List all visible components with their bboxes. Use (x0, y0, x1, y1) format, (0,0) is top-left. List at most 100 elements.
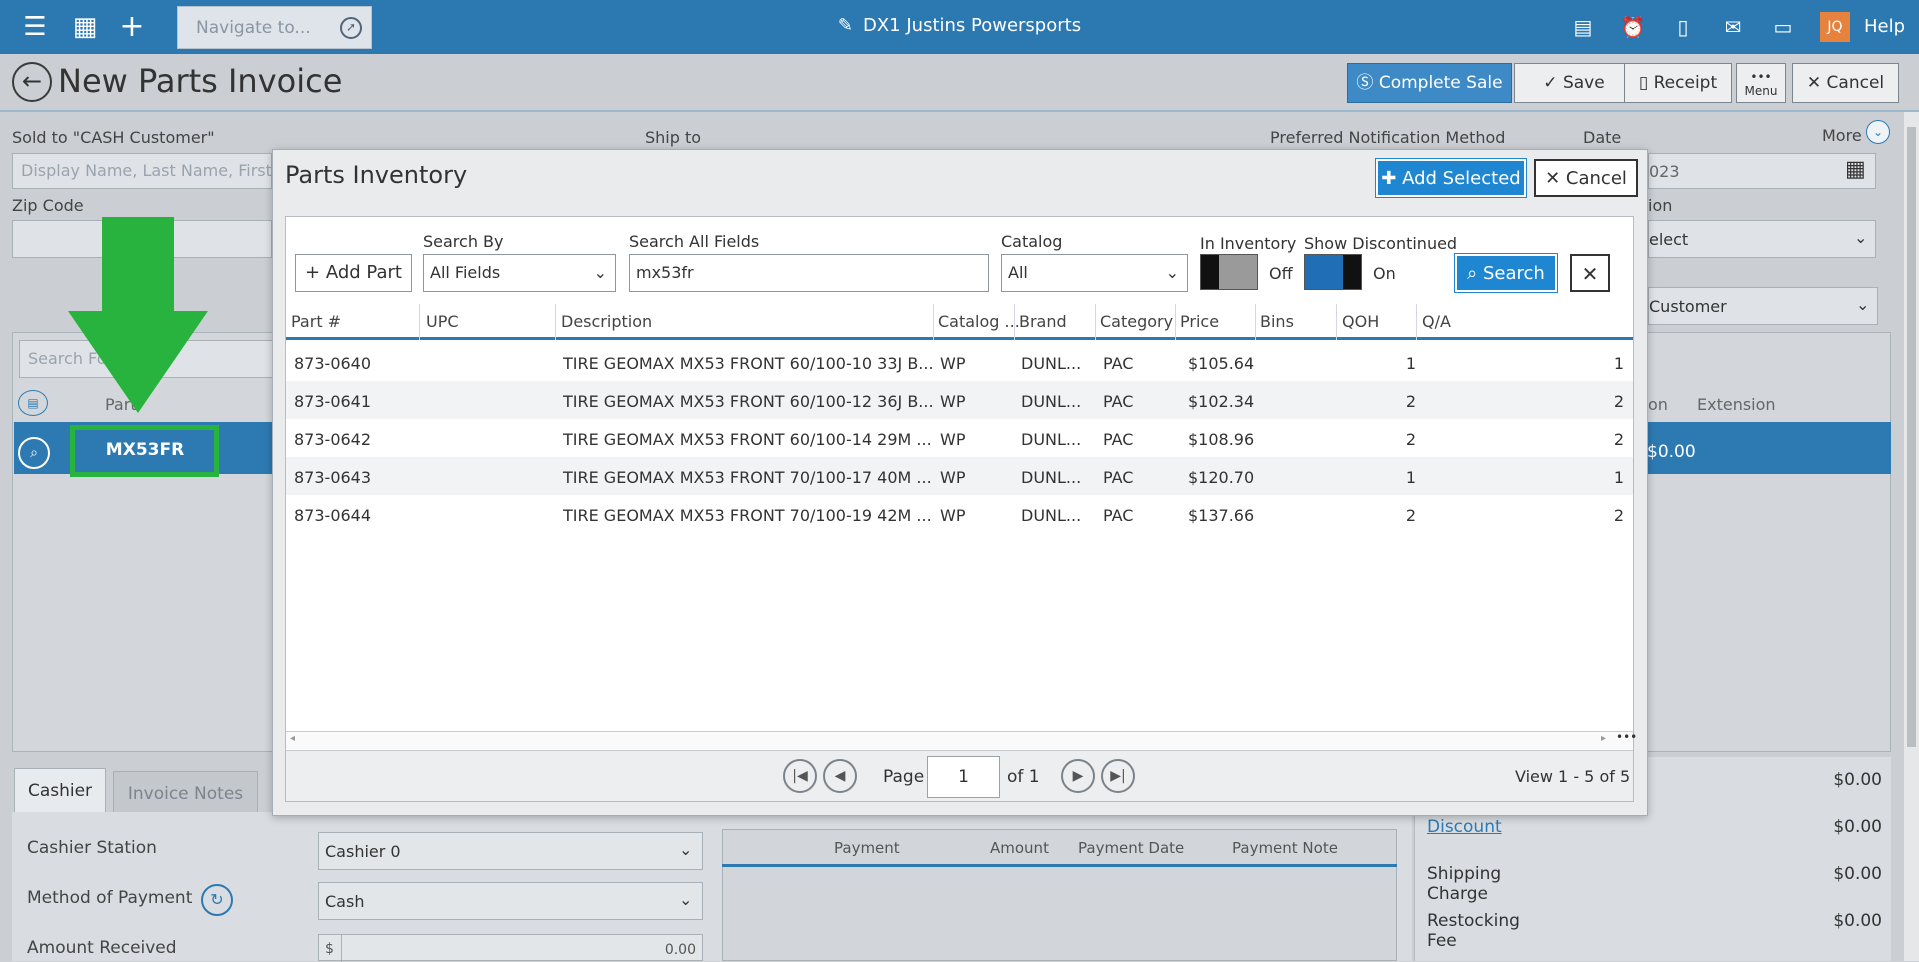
chevron-down-icon: ⌄ (593, 263, 607, 282)
chevron-down-icon[interactable]: ⌄ (1866, 120, 1890, 144)
pencil-icon: ✎ (837, 15, 853, 36)
col-on-header: on (1648, 395, 1668, 414)
chevron-down-icon: ⌄ (679, 840, 693, 859)
amount-received-input[interactable]: $ 0.00 (318, 934, 703, 962)
plus-icon: + (305, 262, 321, 283)
page-label: Page (883, 767, 925, 787)
date-input[interactable]: 023 ▦ (1648, 153, 1876, 189)
location-select[interactable]: elect ⌄ (1648, 220, 1876, 258)
row-part-number[interactable]: MX53FR (76, 440, 214, 460)
add-part-button[interactable]: + Add Part (295, 254, 412, 292)
chat-icon[interactable]: ▭ (1770, 14, 1796, 40)
alarm-clock-icon[interactable]: ⏰ (1620, 14, 1646, 40)
chevron-down-icon: ⌄ (1165, 263, 1179, 282)
payment-grid-header: Payment Amount Payment Date Payment Note (722, 829, 1397, 867)
more-label[interactable]: More (1822, 126, 1862, 145)
view-count-label: View 1 - 5 of 5 (1515, 767, 1631, 786)
table-row[interactable]: 873-0640 TIRE GEOMAX MX53 FRONT 60/100-1… (286, 343, 1633, 381)
col-extension-header: Extension (1697, 395, 1776, 414)
close-icon: ✕ (1806, 73, 1822, 93)
search-icon[interactable]: ⌕ (18, 437, 50, 469)
save-button[interactable]: ✓ Save (1514, 63, 1634, 103)
receipt-icon: ▯ (1638, 73, 1649, 93)
col-price[interactable]: Price (1180, 312, 1219, 331)
sold-to-label: Sold to "CASH Customer" (12, 128, 215, 147)
search-button[interactable]: ⌕ Search (1454, 253, 1558, 293)
avatar[interactable]: JQ (1820, 12, 1850, 42)
table-row[interactable]: 873-0644 TIRE GEOMAX MX53 FRONT 70/100-1… (286, 495, 1633, 533)
clear-search-icon[interactable]: ✕ (1570, 254, 1610, 292)
table-row[interactable]: 873-0642 TIRE GEOMAX MX53 FRONT 60/100-1… (286, 419, 1633, 457)
receipt-button[interactable]: ▯ Receipt (1624, 63, 1732, 103)
page-scrollbar[interactable] (1904, 112, 1919, 961)
page-title: New Parts Invoice (58, 62, 343, 100)
col-qoh[interactable]: QOH (1342, 312, 1379, 331)
method-of-payment-label: Method of Payment (27, 888, 193, 908)
calendar-icon[interactable]: ▦ (1845, 157, 1866, 182)
scroll-right-icon[interactable]: ▸ (1601, 733, 1606, 744)
mobile-phone-icon[interactable]: ▯ (1670, 14, 1696, 40)
modal-cancel-button[interactable]: ✕ Cancel (1534, 159, 1638, 197)
scroll-left-icon[interactable]: ◂ (290, 733, 295, 744)
col-category[interactable]: Category (1100, 312, 1173, 331)
add-selected-button[interactable]: ✚ Add Selected (1375, 158, 1527, 198)
col-upc[interactable]: UPC (426, 312, 459, 331)
cancel-invoice-button[interactable]: ✕ Cancel (1792, 63, 1899, 103)
first-page-icon[interactable]: |◀ (783, 759, 817, 793)
search-by-select[interactable]: All Fields ⌄ (423, 254, 616, 292)
page-number-input[interactable]: 1 (927, 756, 1000, 798)
close-icon: ✕ (1545, 168, 1561, 189)
total-value: $0.00 (1833, 770, 1882, 790)
register-icon[interactable]: ▤ (1570, 14, 1596, 40)
shipping-charge-label: Shipping Charge (1427, 864, 1502, 904)
catalog-select[interactable]: All ⌄ (1001, 254, 1188, 292)
next-page-icon[interactable]: ▶ (1061, 759, 1095, 793)
show-discontinued-toggle[interactable] (1304, 254, 1362, 290)
help-link[interactable]: Help (1864, 16, 1905, 37)
tab-invoice-notes[interactable]: Invoice Notes (113, 771, 258, 815)
location-label: ion (1648, 196, 1673, 215)
prev-page-icon[interactable]: ◀ (823, 759, 857, 793)
search-all-fields-label: Search All Fields (629, 232, 760, 251)
amount-received-label: Amount Received (27, 938, 177, 958)
table-row[interactable]: 873-0641 TIRE GEOMAX MX53 FRONT 60/100-1… (286, 381, 1633, 419)
cashier-station-select[interactable]: Cashier 0 ⌄ (318, 832, 703, 870)
horizontal-scrollbar[interactable]: ◂ ▸ ••• (286, 730, 1637, 749)
show-discontinued-state: On (1373, 264, 1396, 283)
grid-options-icon[interactable]: ▤ (18, 390, 48, 416)
envelope-icon[interactable]: ✉ (1720, 14, 1746, 40)
table-row[interactable]: 873-0643 TIRE GEOMAX MX53 FRONT 70/100-1… (286, 457, 1633, 495)
method-of-payment-select[interactable]: Cash ⌄ (318, 882, 703, 920)
search-by-label: Search By (423, 232, 504, 251)
chevron-down-icon: ⌄ (679, 890, 693, 909)
back-arrow-icon[interactable]: ← (12, 62, 52, 102)
complete-sale-button[interactable]: Ⓢ Complete Sale (1347, 63, 1512, 103)
date-value: 023 (1649, 162, 1680, 181)
discount-value: $0.00 (1833, 817, 1882, 837)
row-amount: $0.00 (1647, 442, 1696, 462)
last-page-icon[interactable]: ▶| (1101, 759, 1135, 793)
col-bins[interactable]: Bins (1260, 312, 1294, 331)
catalog-label: Catalog (1001, 232, 1063, 251)
col-part-number[interactable]: Part # (291, 312, 341, 331)
chevron-down-icon: ⌄ (1856, 295, 1870, 314)
refresh-icon[interactable]: ↻ (201, 884, 233, 916)
sold-to-input[interactable]: Display Name, Last Name, First Name (12, 153, 324, 189)
menu-button[interactable]: ••• Menu (1736, 63, 1786, 103)
top-nav: ☰ ▦ + Navigate to... ➚ ✎ DX1 Justins Powe… (0, 0, 1919, 54)
more-dots-icon[interactable]: ••• (1616, 730, 1637, 744)
in-inventory-state: Off (1269, 264, 1293, 283)
col-qa[interactable]: Q/A (1422, 312, 1451, 331)
col-catalog[interactable]: Catalog ... (938, 312, 1020, 331)
in-inventory-toggle[interactable] (1200, 254, 1258, 290)
header-divider (0, 110, 1919, 112)
col-description[interactable]: Description (561, 312, 652, 331)
modal-title: Parts Inventory (285, 161, 468, 189)
discount-link[interactable]: Discount (1427, 817, 1502, 837)
search-all-fields-input[interactable]: mx53fr (629, 254, 989, 292)
tab-cashier[interactable]: Cashier (14, 768, 106, 812)
col-brand[interactable]: Brand (1019, 312, 1067, 331)
green-arrow-down-icon (68, 311, 208, 413)
customer-type-select[interactable]: Customer ⌄ (1648, 287, 1878, 325)
green-arrow-shaft (102, 217, 174, 317)
